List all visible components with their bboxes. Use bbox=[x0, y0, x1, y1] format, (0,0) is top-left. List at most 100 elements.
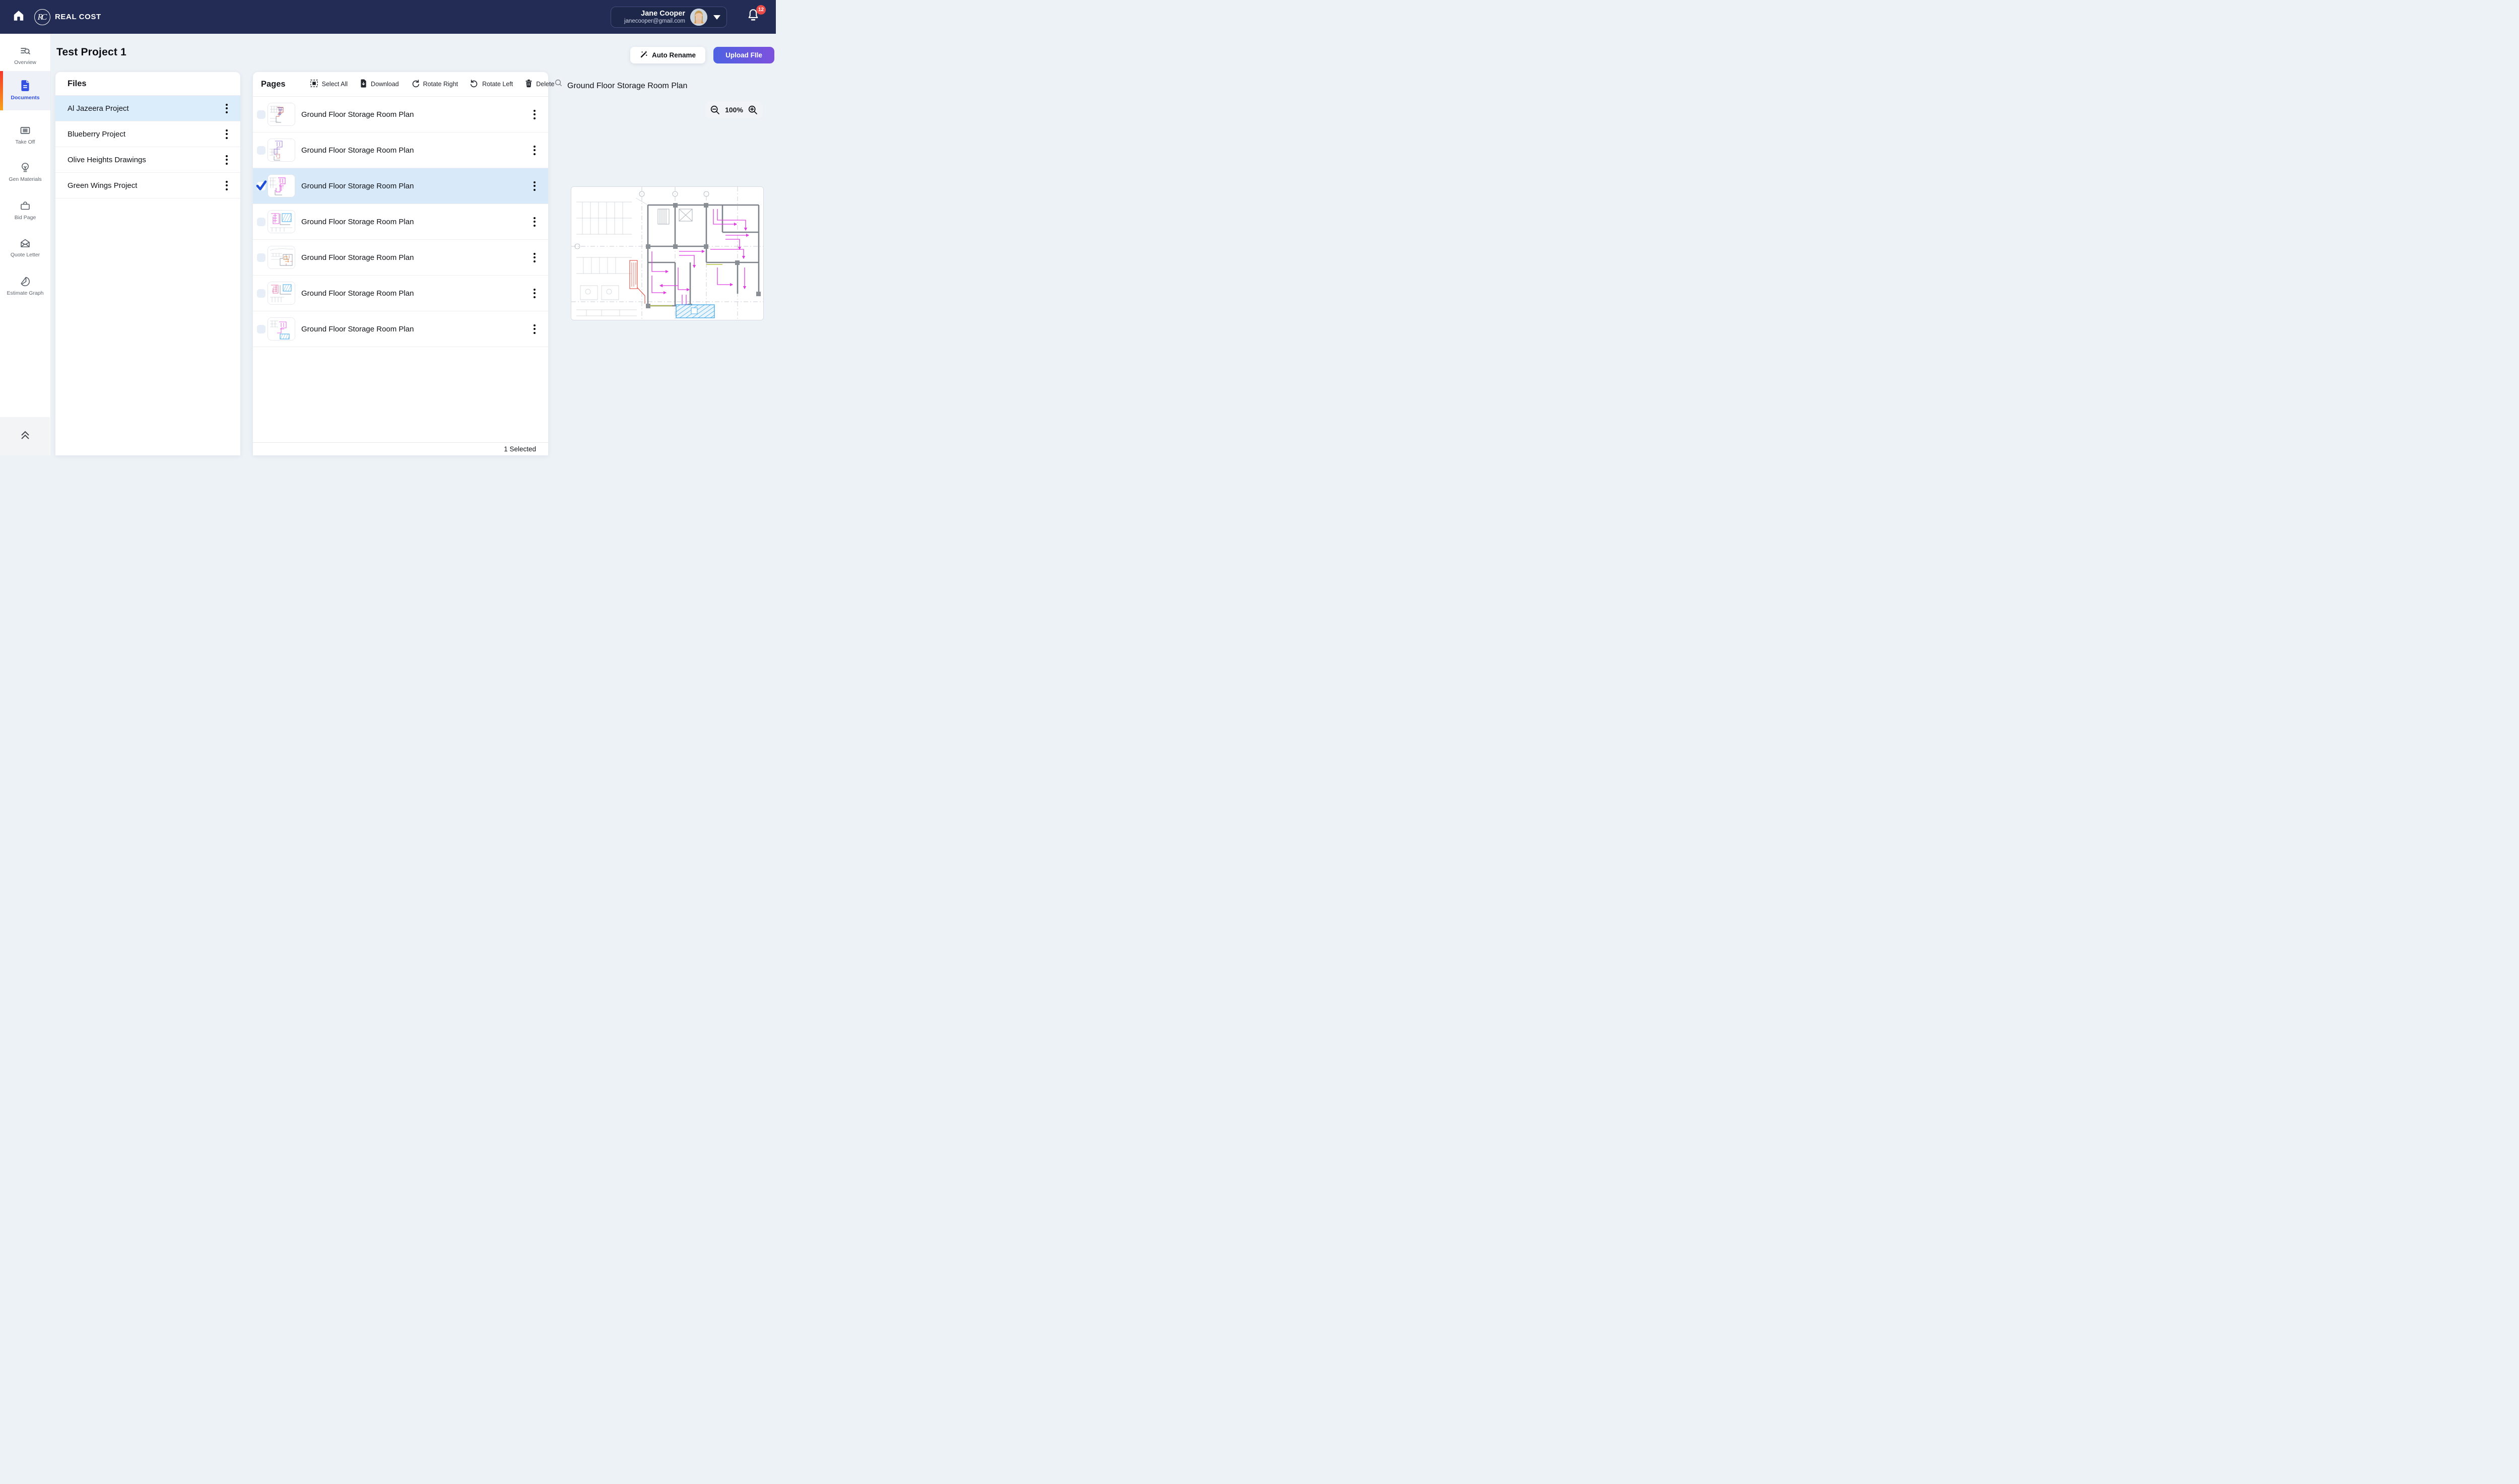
brand-logo-icon: RC bbox=[34, 9, 50, 25]
sidebar-item-gen-materials[interactable]: Gen Materials bbox=[0, 160, 50, 182]
chevron-down-icon bbox=[713, 15, 720, 20]
sidebar: Overview Documents Take Off Gen Material… bbox=[0, 34, 51, 455]
preview-title: Ground Floor Storage Room Plan bbox=[567, 82, 687, 91]
file-row[interactable]: Blueberry Project bbox=[55, 121, 240, 147]
home-button[interactable] bbox=[10, 9, 27, 26]
file-row[interactable]: Olive Heights Drawings bbox=[55, 147, 240, 173]
sidebar-item-label: Bid Page bbox=[0, 215, 50, 221]
rotate-right-button[interactable]: Rotate Right bbox=[411, 79, 458, 89]
page-title-text: Ground Floor Storage Room Plan bbox=[301, 253, 530, 262]
select-all-icon bbox=[310, 79, 318, 89]
select-all-label: Select All bbox=[322, 81, 348, 88]
rotate-left-button[interactable]: Rotate Left bbox=[470, 79, 513, 89]
brand-name: REAL COST bbox=[55, 13, 101, 21]
notifications-button[interactable]: 12 bbox=[747, 8, 762, 25]
pages-selection-status: 1 Selected bbox=[253, 442, 548, 455]
page-checkbox[interactable] bbox=[257, 110, 266, 119]
bell-icon bbox=[747, 16, 760, 24]
page-menu-kebab-icon[interactable] bbox=[530, 288, 539, 299]
file-name: Green Wings Project bbox=[68, 181, 222, 190]
zoom-level: 100% bbox=[725, 106, 743, 114]
pages-panel: Pages Select All Download Rotate Right bbox=[253, 72, 548, 455]
pages-panel-title: Pages bbox=[261, 80, 286, 89]
page-thumbnail bbox=[268, 103, 295, 126]
sidebar-item-overview[interactable]: Overview bbox=[0, 43, 50, 65]
lightbulb-icon bbox=[0, 162, 50, 174]
page-title-text: Ground Floor Storage Room Plan bbox=[301, 218, 530, 226]
rotate-left-icon bbox=[470, 79, 479, 89]
page-checkbox[interactable] bbox=[257, 253, 266, 262]
sidebar-item-label: Documents bbox=[0, 95, 50, 101]
file-name: Blueberry Project bbox=[68, 130, 222, 139]
trash-icon bbox=[525, 79, 533, 89]
page-checkbox[interactable] bbox=[257, 146, 266, 155]
page-row[interactable]: Ground Floor Storage Room Plan bbox=[253, 240, 548, 276]
delete-button[interactable]: Delete bbox=[525, 79, 554, 89]
sidebar-item-estimate-graph[interactable]: Estimate Graph bbox=[0, 274, 50, 296]
files-panel: Files Al Jazeera Project Blueberry Proje… bbox=[55, 72, 240, 455]
file-menu-kebab-icon[interactable] bbox=[222, 154, 231, 165]
magic-wand-icon bbox=[640, 50, 648, 60]
pages-search-button[interactable] bbox=[554, 77, 563, 92]
rotate-left-label: Rotate Left bbox=[482, 81, 513, 88]
page-menu-kebab-icon[interactable] bbox=[530, 216, 539, 227]
zoom-controls: 100% bbox=[705, 101, 763, 118]
double-chevron-up-icon bbox=[18, 428, 33, 445]
upload-file-button[interactable]: Upload FIle bbox=[713, 47, 774, 63]
select-all-button[interactable]: Select All bbox=[310, 79, 348, 89]
rotate-right-label: Rotate Right bbox=[423, 81, 458, 88]
page-checkbox[interactable] bbox=[257, 325, 266, 333]
zoom-out-button[interactable] bbox=[710, 105, 720, 115]
page-menu-kebab-icon[interactable] bbox=[530, 252, 539, 263]
page-row[interactable]: Ground Floor Storage Room Plan bbox=[253, 276, 548, 311]
page-thumbnail bbox=[268, 282, 295, 305]
file-name: Al Jazeera Project bbox=[68, 104, 222, 113]
file-menu-kebab-icon[interactable] bbox=[222, 103, 231, 114]
page-row[interactable]: Ground Floor Storage Room Plan bbox=[253, 311, 548, 347]
sidebar-item-documents[interactable]: Documents bbox=[0, 71, 50, 110]
page-title: Test Project 1 bbox=[56, 46, 126, 58]
page-thumbnail bbox=[268, 139, 295, 162]
brand: RC REAL COST bbox=[34, 9, 101, 25]
file-row[interactable]: Green Wings Project bbox=[55, 173, 240, 198]
sidebar-item-take-off[interactable]: Take Off bbox=[0, 122, 50, 145]
user-menu[interactable]: Jane Cooper janecooper@gmail.com bbox=[611, 7, 727, 28]
document-icon bbox=[0, 80, 50, 92]
sidebar-collapse-button[interactable] bbox=[0, 417, 50, 455]
sidebar-item-bid-page[interactable]: Bid Page bbox=[0, 198, 50, 221]
list-search-icon bbox=[0, 45, 50, 57]
floor-plan-drawing bbox=[571, 187, 764, 320]
sidebar-item-quote-letter[interactable]: Quote Letter bbox=[0, 235, 50, 258]
file-row[interactable]: Al Jazeera Project bbox=[55, 96, 240, 121]
download-label: Download bbox=[371, 81, 399, 88]
avatar bbox=[690, 9, 707, 26]
page-menu-kebab-icon[interactable] bbox=[530, 145, 539, 156]
page-title-text: Ground Floor Storage Room Plan bbox=[301, 289, 530, 298]
page-row[interactable]: Ground Floor Storage Room Plan bbox=[253, 97, 548, 132]
pages-toolbar: Pages Select All Download Rotate Right bbox=[253, 72, 548, 97]
page-menu-kebab-icon[interactable] bbox=[530, 109, 539, 120]
files-panel-title: Files bbox=[55, 72, 240, 96]
file-menu-kebab-icon[interactable] bbox=[222, 128, 231, 140]
page-thumbnail bbox=[268, 246, 295, 269]
topbar: RC REAL COST Jane Cooper janecooper@gmai… bbox=[0, 0, 776, 34]
page-checkbox-checked[interactable] bbox=[257, 182, 266, 190]
page-checkbox[interactable] bbox=[257, 218, 266, 226]
sidebar-item-label: Estimate Graph bbox=[0, 290, 50, 296]
page-row[interactable]: Ground Floor Storage Room Plan bbox=[253, 204, 548, 240]
pie-chart-icon bbox=[0, 276, 50, 288]
floor-plan-preview bbox=[571, 186, 764, 320]
page-row[interactable]: Ground Floor Storage Room Plan bbox=[253, 168, 548, 204]
page-row[interactable]: Ground Floor Storage Room Plan bbox=[253, 132, 548, 168]
download-icon bbox=[360, 79, 367, 89]
sidebar-item-label: Overview bbox=[0, 59, 50, 65]
delete-label: Delete bbox=[536, 81, 554, 88]
file-menu-kebab-icon[interactable] bbox=[222, 180, 231, 191]
page-menu-kebab-icon[interactable] bbox=[530, 323, 539, 334]
page-menu-kebab-icon[interactable] bbox=[530, 180, 539, 191]
download-button[interactable]: Download bbox=[360, 79, 399, 89]
page-checkbox[interactable] bbox=[257, 289, 266, 298]
file-name: Olive Heights Drawings bbox=[68, 156, 222, 164]
auto-rename-button[interactable]: Auto Rename bbox=[630, 47, 705, 63]
zoom-in-button[interactable] bbox=[748, 105, 758, 115]
